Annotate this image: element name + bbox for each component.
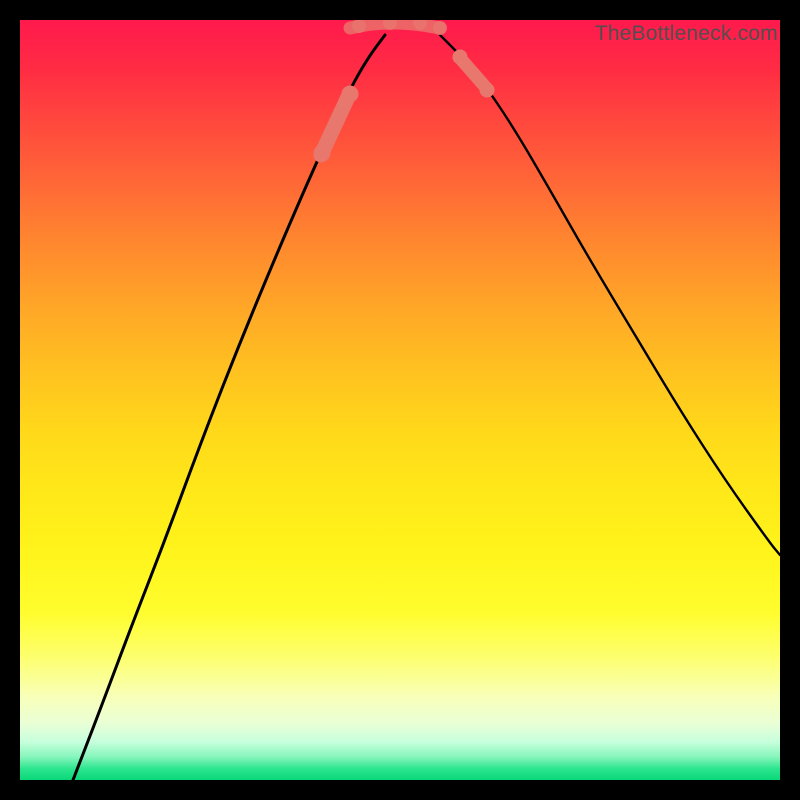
dot-right-upper bbox=[480, 83, 495, 98]
dot-left-lower bbox=[342, 86, 359, 103]
chart-series-group bbox=[73, 23, 780, 780]
chart-frame: TheBottleneck.com bbox=[0, 0, 800, 800]
series-left-branch bbox=[73, 35, 385, 780]
chart-plot-area bbox=[20, 20, 780, 780]
watermark-text: TheBottleneck.com bbox=[595, 22, 778, 46]
dot-right-lower bbox=[453, 50, 468, 65]
series-right-branch bbox=[440, 35, 780, 555]
dot-trough-d bbox=[433, 21, 447, 35]
dot-left-upper bbox=[314, 145, 331, 162]
chart-points-group bbox=[314, 20, 495, 162]
chart-svg bbox=[20, 20, 780, 780]
